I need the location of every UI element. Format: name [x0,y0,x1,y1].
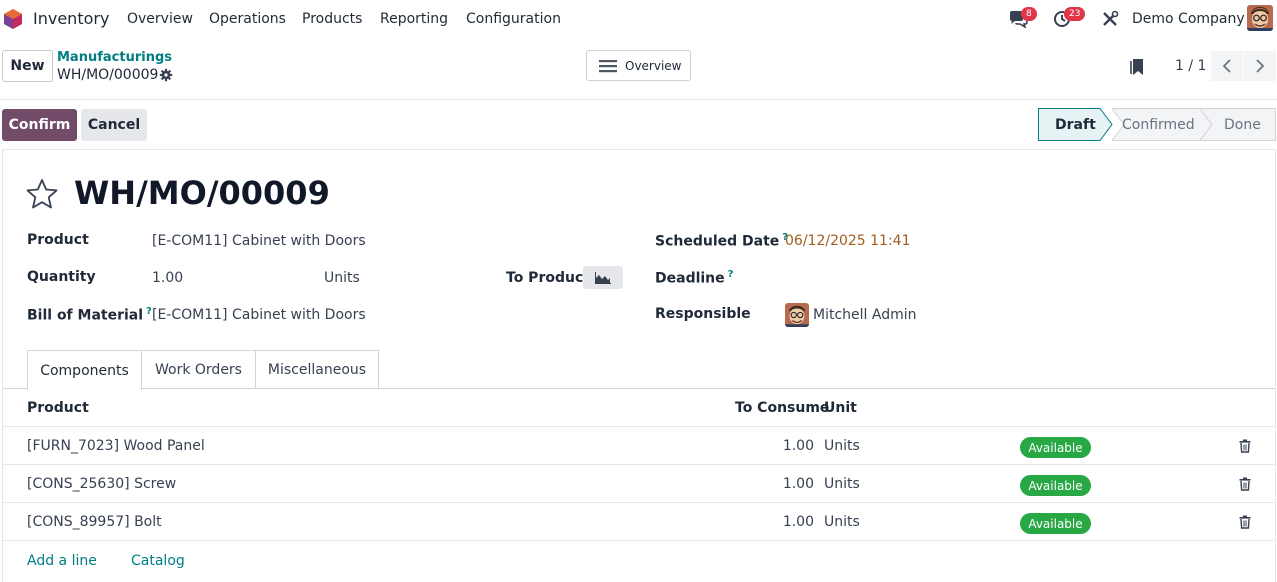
quantity-unit[interactable]: Units [324,270,360,286]
add-line-link[interactable]: Add a line [27,553,97,569]
star-icon[interactable] [26,178,58,210]
status-badge: Available [1020,437,1091,458]
control-panel-divider [0,99,1277,100]
chevron-left-icon [1222,59,1231,73]
bom-label: Bill of Material? [27,306,152,324]
bookmark-icon[interactable] [1130,58,1146,76]
record-title[interactable]: WH/MO/00009 [74,174,330,212]
status-badge: Available [1020,475,1091,496]
component-unit[interactable]: Units [824,438,860,454]
table-header-divider [3,426,1275,427]
component-unit[interactable]: Units [824,476,860,492]
scheduled-date-field[interactable]: 06/12/2025 11:41 [785,233,911,249]
responsible-avatar [785,303,809,327]
to-produce-label: To Produce [506,270,593,286]
status-stages: Draft Confirmed Done [1038,108,1276,141]
component-product[interactable]: [FURN_7023] Wood Panel [27,438,205,454]
product-label: Product [27,232,89,248]
status-badge: Available [1020,513,1091,534]
tab-components[interactable]: Components [27,350,142,390]
menu-overview[interactable]: Overview [127,11,193,27]
component-qty[interactable]: 1.00 [754,514,814,530]
column-unit[interactable]: Unit [824,400,857,416]
stage-draft[interactable]: Draft [1055,108,1096,141]
menu-icon [599,59,617,72]
messages-badge: 8 [1021,7,1037,21]
bom-field[interactable]: [E-COM11] Cabinet with Doors [152,307,366,323]
quantity-field[interactable]: 1.00 [152,270,183,286]
responsible-label: Responsible [655,306,751,322]
trash-icon[interactable] [1239,515,1251,529]
overview-button[interactable]: Overview [586,50,691,81]
overview-label: Overview [625,58,682,73]
row-divider [3,540,1275,541]
row-divider [3,502,1275,503]
component-qty[interactable]: 1.00 [754,476,814,492]
catalog-link[interactable]: Catalog [131,553,185,569]
top-navbar: Inventory Overview Operations Products R… [0,0,1277,38]
menu-configuration[interactable]: Configuration [466,11,561,27]
component-unit[interactable]: Units [824,514,860,530]
breadcrumb-current: WH/MO/00009 [57,67,159,83]
menu-operations[interactable]: Operations [209,11,286,27]
column-to-consume[interactable]: To Consume [735,400,829,416]
menu-reporting[interactable]: Reporting [380,11,448,27]
app-logo-icon[interactable] [3,8,23,30]
user-avatar[interactable] [1247,5,1273,31]
pager-value[interactable]: 1 / 1 [1175,58,1206,74]
cancel-button[interactable]: Cancel [81,109,147,141]
tools-icon[interactable] [1101,10,1119,28]
trash-icon[interactable] [1239,477,1251,491]
company-switcher[interactable]: Demo Company [1132,11,1245,27]
breadcrumb-manufacturings[interactable]: Manufacturings [57,50,172,65]
component-qty[interactable]: 1.00 [754,438,814,454]
forecast-chart-button[interactable] [583,266,623,289]
tab-work-orders[interactable]: Work Orders [142,350,256,389]
row-divider [3,464,1275,465]
pager-previous[interactable] [1211,51,1243,81]
gear-icon[interactable] [159,68,173,82]
column-product[interactable]: Product [27,400,89,416]
pager-next[interactable] [1244,51,1276,81]
stage-done[interactable]: Done [1224,108,1261,141]
app-name[interactable]: Inventory [33,9,109,28]
chevron-right-icon [1256,59,1265,73]
bom-help-icon[interactable]: ? [146,306,152,317]
trash-icon[interactable] [1239,439,1251,453]
new-button[interactable]: New [2,50,53,82]
responsible-field[interactable]: Mitchell Admin [813,307,917,323]
stage-confirmed[interactable]: Confirmed [1122,108,1195,141]
deadline-help-icon[interactable]: ? [728,269,734,280]
deadline-label: Deadline? [655,269,734,287]
activities-badge: 23 [1064,7,1086,21]
confirm-button[interactable]: Confirm [2,109,77,141]
quantity-label: Quantity [27,269,96,285]
area-chart-icon [595,271,611,284]
menu-products[interactable]: Products [302,11,362,27]
component-product[interactable]: [CONS_25630] Screw [27,476,176,492]
product-field[interactable]: [E-COM11] Cabinet with Doors [152,233,366,249]
component-product[interactable]: [CONS_89957] Bolt [27,514,162,530]
scheduled-date-label: Scheduled Date? [655,232,789,250]
tab-miscellaneous[interactable]: Miscellaneous [256,350,379,389]
